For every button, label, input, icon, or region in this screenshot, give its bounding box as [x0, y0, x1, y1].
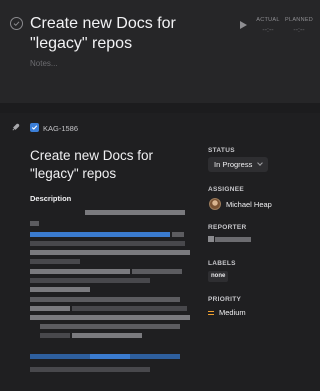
issue-checkbox[interactable] — [30, 123, 39, 132]
complete-task-checkbox[interactable] — [10, 17, 23, 30]
planned-value: --:-- — [293, 27, 305, 34]
description-heading: Description — [30, 194, 72, 203]
status-dropdown[interactable]: In Progress — [208, 157, 268, 172]
actual-value: --:-- — [262, 27, 274, 34]
reporter-name-redacted — [215, 237, 251, 242]
status-label: STATUS — [208, 147, 235, 154]
play-timer-icon[interactable] — [240, 21, 247, 29]
task-panel: Create new Docs for "legacy" repos ACTUA… — [0, 0, 320, 103]
task-title[interactable]: Create new Docs for "legacy" repos — [30, 14, 220, 54]
issue-panel: KAG-1586 Create new Docs for "legacy" re… — [0, 113, 320, 391]
reporter-avatar-redacted — [208, 236, 214, 242]
priority-label: PRIORITY — [208, 296, 242, 303]
actual-time: ACTUAL --:-- — [256, 17, 280, 34]
priority-medium-icon — [208, 311, 214, 317]
labels-label: LABELS — [208, 260, 236, 267]
priority-value[interactable]: Medium — [219, 308, 246, 317]
divider — [0, 103, 320, 113]
status-value: In Progress — [214, 160, 253, 169]
reporter-label: REPORTER — [208, 224, 247, 231]
labels-value[interactable]: none — [208, 271, 229, 282]
issue-key[interactable]: KAG-1586 — [43, 124, 78, 133]
avatar — [209, 198, 221, 210]
assignee-name[interactable]: Michael Heap — [226, 200, 272, 209]
checkmark-icon — [31, 125, 38, 130]
chevron-down-icon — [257, 160, 263, 166]
check-icon — [13, 21, 20, 27]
planned-label: PLANNED — [285, 17, 314, 23]
notes-field[interactable]: Notes... — [30, 59, 58, 68]
assignee-label: ASSIGNEE — [208, 186, 244, 193]
issue-title: Create new Docs for "legacy" repos — [30, 148, 154, 181]
rocket-icon — [12, 123, 20, 131]
planned-time: PLANNED --:-- — [285, 17, 313, 34]
actual-label: ACTUAL — [256, 17, 280, 23]
